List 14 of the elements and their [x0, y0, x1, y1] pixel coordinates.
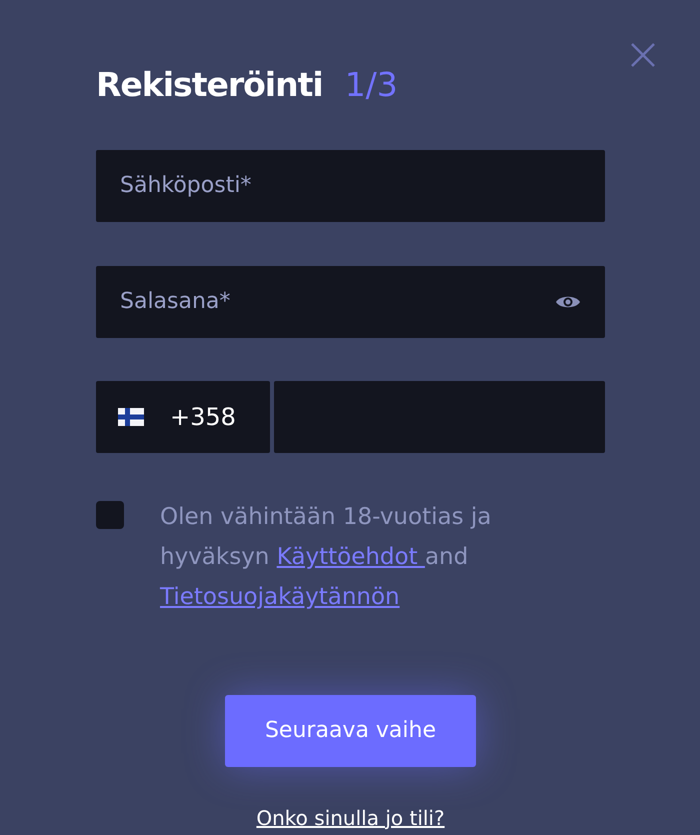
phone-field[interactable] — [274, 380, 605, 452]
consent-checkbox[interactable] — [96, 500, 124, 528]
terms-link[interactable]: Käyttöehdot — [276, 544, 425, 570]
step-counter: 1/3 — [344, 64, 398, 106]
next-step-button[interactable]: Seuraava vaihe — [225, 694, 476, 766]
flag-icon — [118, 408, 144, 426]
email-field[interactable]: Sähköposti* — [96, 150, 605, 222]
consent-text: Olen vähintään 18-vuotias ja hyväksyn Käyttöehdot and Tietosuojakäytännön — [160, 502, 492, 612]
password-field[interactable]: Salasana* — [96, 266, 605, 338]
terms-link[interactable]: Tietosuojakäytännön — [160, 584, 400, 610]
dialog-title: Rekisteröinti — [96, 64, 323, 106]
country-code-select[interactable]: +358 — [96, 380, 270, 452]
close-icon[interactable] — [630, 42, 656, 68]
login-link[interactable]: Onko sinulla jo tili? — [256, 802, 445, 832]
